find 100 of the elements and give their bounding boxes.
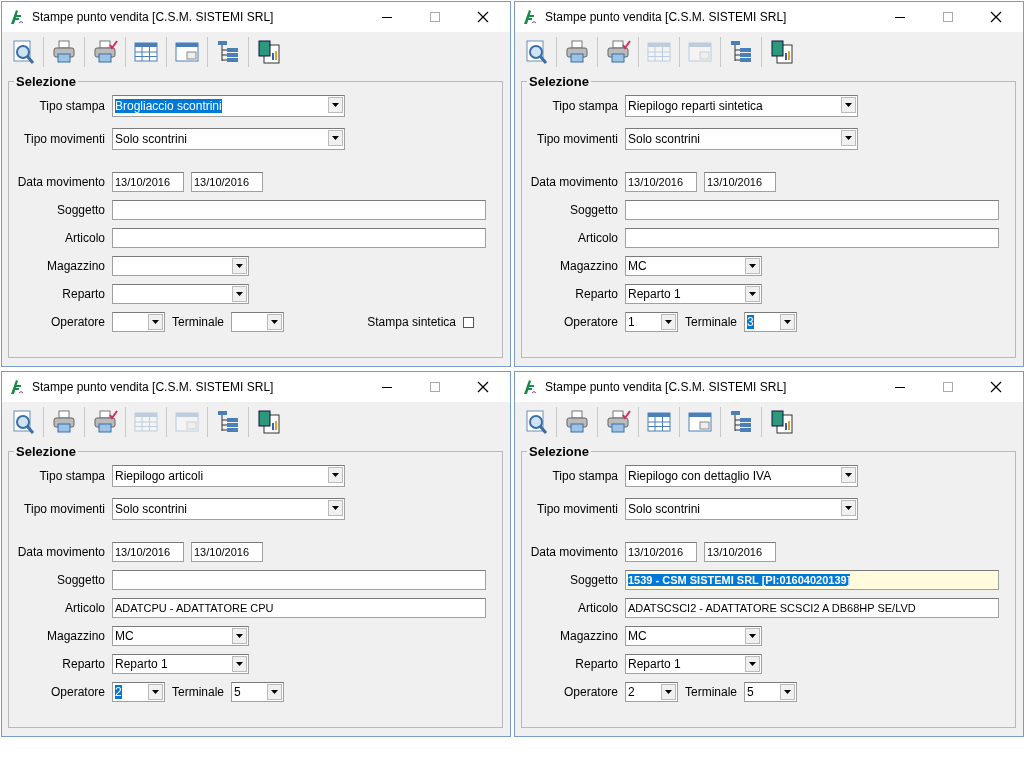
dropdown-field[interactable]: 3 (744, 312, 798, 332)
field-label: Reparto (61, 657, 105, 671)
tree-list-icon (215, 409, 241, 435)
close-icon[interactable] (476, 10, 490, 24)
tree-list-icon (728, 39, 754, 65)
window-title: Stampe punto vendita [C.S.M. SISTEMI SRL] (32, 380, 275, 394)
window-form-icon (687, 409, 713, 435)
dropdown-field[interactable]: Riepilogo con dettaglio IVA (625, 465, 858, 487)
dropdown-field[interactable]: Solo scontrini (625, 498, 858, 520)
field-label: Magazzino (558, 629, 618, 643)
text-field[interactable]: 1539 - CSM SISTEMI SRL [PI:01604020139] (625, 570, 999, 590)
printer-icon (564, 409, 590, 435)
report-icon (256, 39, 282, 65)
field-label: Reparto (61, 287, 105, 301)
window-title: Stampe punto vendita [C.S.M. SISTEMI SRL] (545, 380, 788, 394)
text-field[interactable] (625, 200, 999, 220)
text-field[interactable]: ADATSCSCI2 - ADATTATORE SCSCI2 A DB68HP SE/LVD (625, 598, 999, 618)
field-label: Tipo movimenti (536, 132, 618, 146)
app-logo-icon (8, 378, 26, 396)
field-label: Magazzino (45, 629, 105, 643)
tree-list-icon (215, 39, 241, 65)
dropdown-field[interactable]: Brogliaccio scontrini (112, 95, 345, 117)
checkbox[interactable] (463, 316, 474, 328)
dropdown-field[interactable]: Solo scontrini (625, 128, 858, 150)
text-field[interactable] (112, 228, 486, 248)
field-label: Articolo (577, 601, 618, 615)
text-field[interactable]: ADATCPU - ADATTATORE CPU (112, 598, 486, 618)
field-label: Articolo (577, 231, 618, 245)
printer-icon (51, 39, 77, 65)
date-field[interactable]: 13/10/2016 (704, 172, 776, 192)
dropdown-field[interactable]: MC (625, 626, 762, 646)
dropdown-field[interactable]: 2 (625, 682, 678, 702)
table-icon (646, 39, 672, 65)
field-label: Terminale (685, 315, 738, 329)
dropdown-field[interactable]: Riepilogo articoli (112, 465, 345, 487)
dropdown-field[interactable] (112, 256, 249, 276)
text-field[interactable] (625, 228, 999, 248)
field-label: Data movimento (16, 175, 105, 189)
field-label: Tipo stampa (551, 99, 618, 113)
group-title: Selezione (15, 74, 77, 89)
field-label: Operatore (562, 685, 618, 699)
field-label: Data movimento (529, 175, 618, 189)
dropdown-field[interactable] (112, 284, 249, 304)
field-label: Operatore (562, 315, 618, 329)
field-label: Operatore (49, 685, 105, 699)
dropdown-field[interactable]: Solo scontrini (112, 128, 345, 150)
field-label: Reparto (574, 287, 618, 301)
field-label: Tipo movimenti (536, 502, 618, 516)
dropdown-field[interactable]: 5 (231, 682, 285, 702)
date-field[interactable]: 13/10/2016 (191, 172, 263, 192)
dropdown-field[interactable]: MC (625, 256, 762, 276)
field-label: Soggetto (55, 573, 105, 587)
window-form-icon (687, 39, 713, 65)
field-label: Tipo stampa (38, 99, 105, 113)
dropdown-field[interactable] (231, 312, 285, 332)
dropdown-field[interactable]: 2 (112, 682, 165, 702)
printer-icon (564, 39, 590, 65)
table-icon (133, 409, 159, 435)
field-label: Tipo stampa (551, 469, 618, 483)
date-field[interactable]: 13/10/2016 (625, 542, 697, 562)
field-label: Articolo (64, 601, 105, 615)
dropdown-field[interactable]: Solo scontrini (112, 498, 345, 520)
close-icon[interactable] (989, 380, 1003, 394)
printer-check-icon (605, 409, 631, 435)
date-field[interactable]: 13/10/2016 (704, 542, 776, 562)
text-field[interactable] (112, 200, 486, 220)
field-label: Tipo stampa (38, 469, 105, 483)
field-label: Data movimento (16, 545, 105, 559)
dropdown-field[interactable] (112, 312, 165, 332)
field-label: Tipo movimenti (23, 502, 105, 516)
date-field[interactable]: 13/10/2016 (191, 542, 263, 562)
printer-check-icon (605, 39, 631, 65)
window-form-icon (174, 39, 200, 65)
dropdown-field[interactable]: Reparto 1 (112, 654, 249, 674)
dropdown-field[interactable]: 1 (625, 312, 678, 332)
dropdown-field[interactable]: Riepilogo reparti sintetica (625, 95, 858, 117)
report-icon (769, 39, 795, 65)
field-label: Reparto (574, 657, 618, 671)
date-field[interactable]: 13/10/2016 (625, 172, 697, 192)
dropdown-field[interactable]: Reparto 1 (625, 654, 762, 674)
date-field[interactable]: 13/10/2016 (112, 542, 184, 562)
text-field[interactable] (112, 570, 486, 590)
date-field[interactable]: 13/10/2016 (112, 172, 184, 192)
field-label: Data movimento (529, 545, 618, 559)
printer-check-icon (92, 39, 118, 65)
report-icon (256, 409, 282, 435)
document-magnifier-icon (523, 409, 549, 435)
group-title: Selezione (15, 444, 77, 459)
field-label: Magazzino (558, 259, 618, 273)
dropdown-field[interactable]: 5 (744, 682, 798, 702)
printer-check-icon (92, 409, 118, 435)
close-icon[interactable] (989, 10, 1003, 24)
group-title: Selezione (528, 74, 590, 89)
document-magnifier-icon (10, 39, 36, 65)
dropdown-field[interactable]: MC (112, 626, 249, 646)
field-label: Articolo (64, 231, 105, 245)
field-label: Soggetto (55, 203, 105, 217)
close-icon[interactable] (476, 380, 490, 394)
dropdown-field[interactable]: Reparto 1 (625, 284, 762, 304)
group-title: Selezione (528, 444, 590, 459)
